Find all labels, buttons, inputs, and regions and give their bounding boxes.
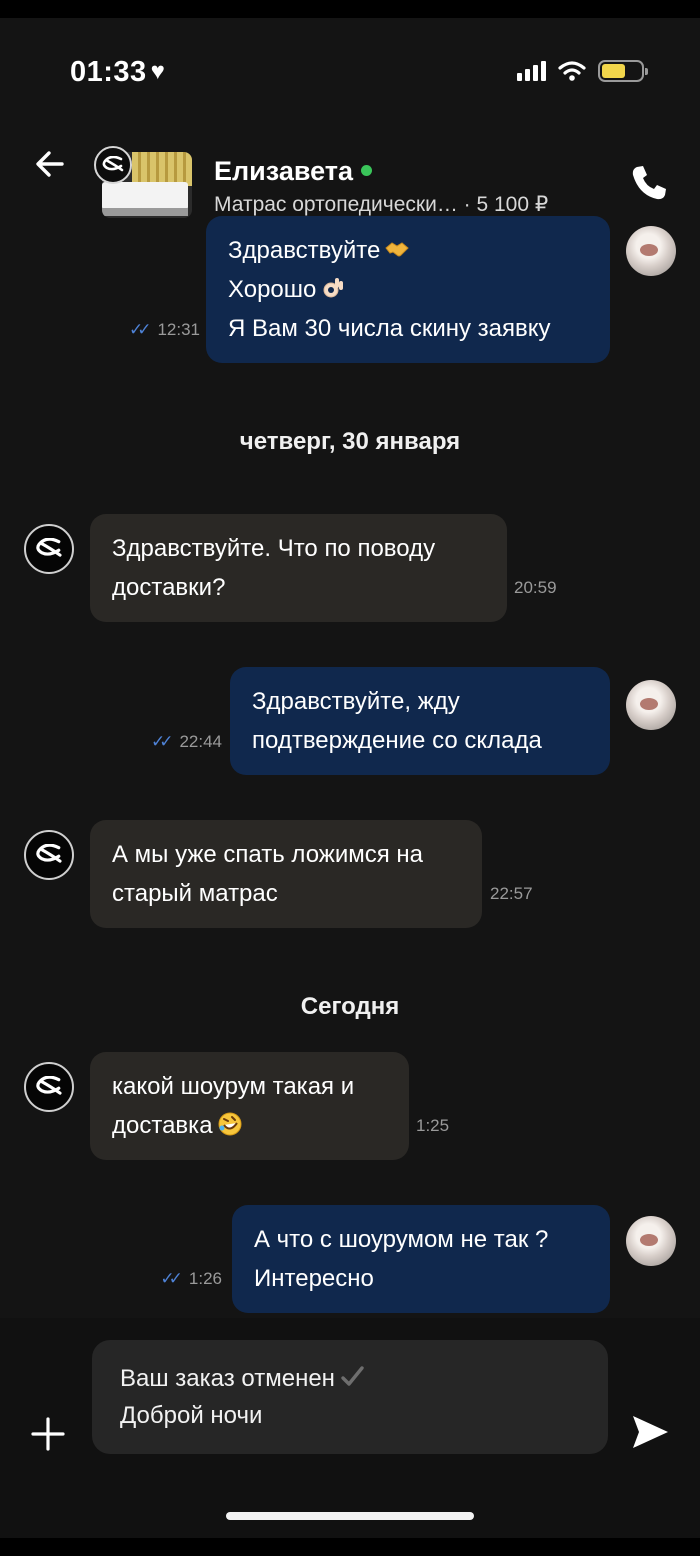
message-composer: Ваш заказ отменен Доброй ночи: [0, 1318, 700, 1538]
message-text: Здравствуйте: [228, 237, 381, 264]
back-arrow-icon[interactable]: [32, 146, 68, 182]
message-bubble-outgoing[interactable]: Здравствуйте, жду подтверждение со склад…: [230, 667, 610, 775]
phone-icon[interactable]: [628, 162, 670, 204]
seller-avatar: [24, 830, 74, 880]
home-indicator[interactable]: [226, 1512, 474, 1520]
signal-icon: [517, 61, 546, 81]
message-text: Здравствуйте. Что по поводу: [112, 535, 436, 562]
message-text: какой шоурум такая и: [112, 1073, 355, 1100]
seller-avatar: [24, 524, 74, 574]
message-text: Здравствуйте, жду: [252, 688, 460, 715]
message-time: 22:44: [179, 732, 222, 751]
status-indicators: [517, 60, 648, 82]
message-text: Интересно: [254, 1265, 374, 1292]
message-bubble-incoming[interactable]: А мы уже спать ложимся на старый матрас: [90, 820, 482, 928]
send-icon[interactable]: [628, 1410, 672, 1454]
message-text: доставки?: [112, 574, 226, 601]
message-time: 1:26: [188, 1269, 222, 1288]
message-meta: ✓✓ 22:44: [151, 732, 222, 752]
message-input-text: Ваш заказ отменен: [120, 1365, 335, 1392]
plus-icon[interactable]: [28, 1414, 68, 1454]
status-time-text: 01:33: [70, 56, 147, 88]
message-bubble-outgoing[interactable]: А что с шоурумом не так ? Интересно: [232, 1205, 610, 1313]
rofl-emoji: [218, 1112, 242, 1136]
message-text: подтверждение со склада: [252, 727, 542, 754]
message-input-text: Доброй ночи: [120, 1402, 263, 1429]
check-mark-emoji: [341, 1366, 364, 1386]
seller-avatar: [24, 1062, 74, 1112]
message-text: доставка: [112, 1112, 213, 1139]
message-meta: ✓✓ 12:31: [129, 320, 200, 340]
message-time: 20:59: [514, 578, 557, 597]
user-avatar: [626, 226, 676, 276]
user-avatar: [626, 1216, 676, 1266]
message-bubble-incoming[interactable]: Здравствуйте. Что по поводу доставки?: [90, 514, 507, 622]
read-ticks-icon: ✓✓: [150, 732, 173, 751]
message-text: А мы уже спать ложимся на: [112, 841, 423, 868]
message-text: Хорошо: [228, 276, 317, 303]
heart-icon: ♥: [150, 58, 166, 85]
ok-hand-emoji: [323, 278, 344, 298]
message-input[interactable]: Ваш заказ отменен Доброй ночи: [92, 1340, 608, 1454]
message-text: Я Вам 30 числа скину заявку: [228, 315, 551, 342]
date-separator: Сегодня: [300, 993, 400, 1020]
message-text: А что с шоурумом не так ?: [254, 1226, 549, 1253]
message-meta: ✓✓ 1:26: [160, 1269, 222, 1289]
read-ticks-icon: ✓✓: [160, 1269, 182, 1288]
status-time: 01:33 ♥: [70, 56, 165, 89]
battery-icon: [598, 60, 648, 82]
listing-subtitle[interactable]: Матрас ортопедически… · 5 100 ₽: [214, 192, 548, 217]
user-avatar: [626, 680, 676, 730]
contact-name[interactable]: Елизавета: [214, 156, 372, 187]
date-separator: четверг, 30 января: [239, 428, 461, 455]
wifi-icon: [558, 61, 586, 81]
message-time: 22:57: [490, 884, 533, 903]
contact-name-text: Елизавета: [214, 156, 353, 186]
message-text: старый матрас: [112, 880, 278, 907]
seller-logo-icon: [94, 146, 132, 184]
message-bubble-incoming[interactable]: какой шоурум такая и доставка: [90, 1052, 409, 1160]
message-time: 1:25: [416, 1116, 450, 1135]
handshake-emoji: [385, 242, 410, 257]
read-ticks-icon: ✓✓: [128, 320, 151, 339]
online-status-dot: [360, 165, 372, 176]
message-time: 12:31: [157, 320, 200, 339]
chat-screen: 01:33 ♥ Елизавета Матрас ортопедически… ·…: [0, 18, 700, 1538]
message-bubble-outgoing[interactable]: Здравствуйте Хорошо Я Вам 30 числа скину…: [206, 216, 610, 363]
